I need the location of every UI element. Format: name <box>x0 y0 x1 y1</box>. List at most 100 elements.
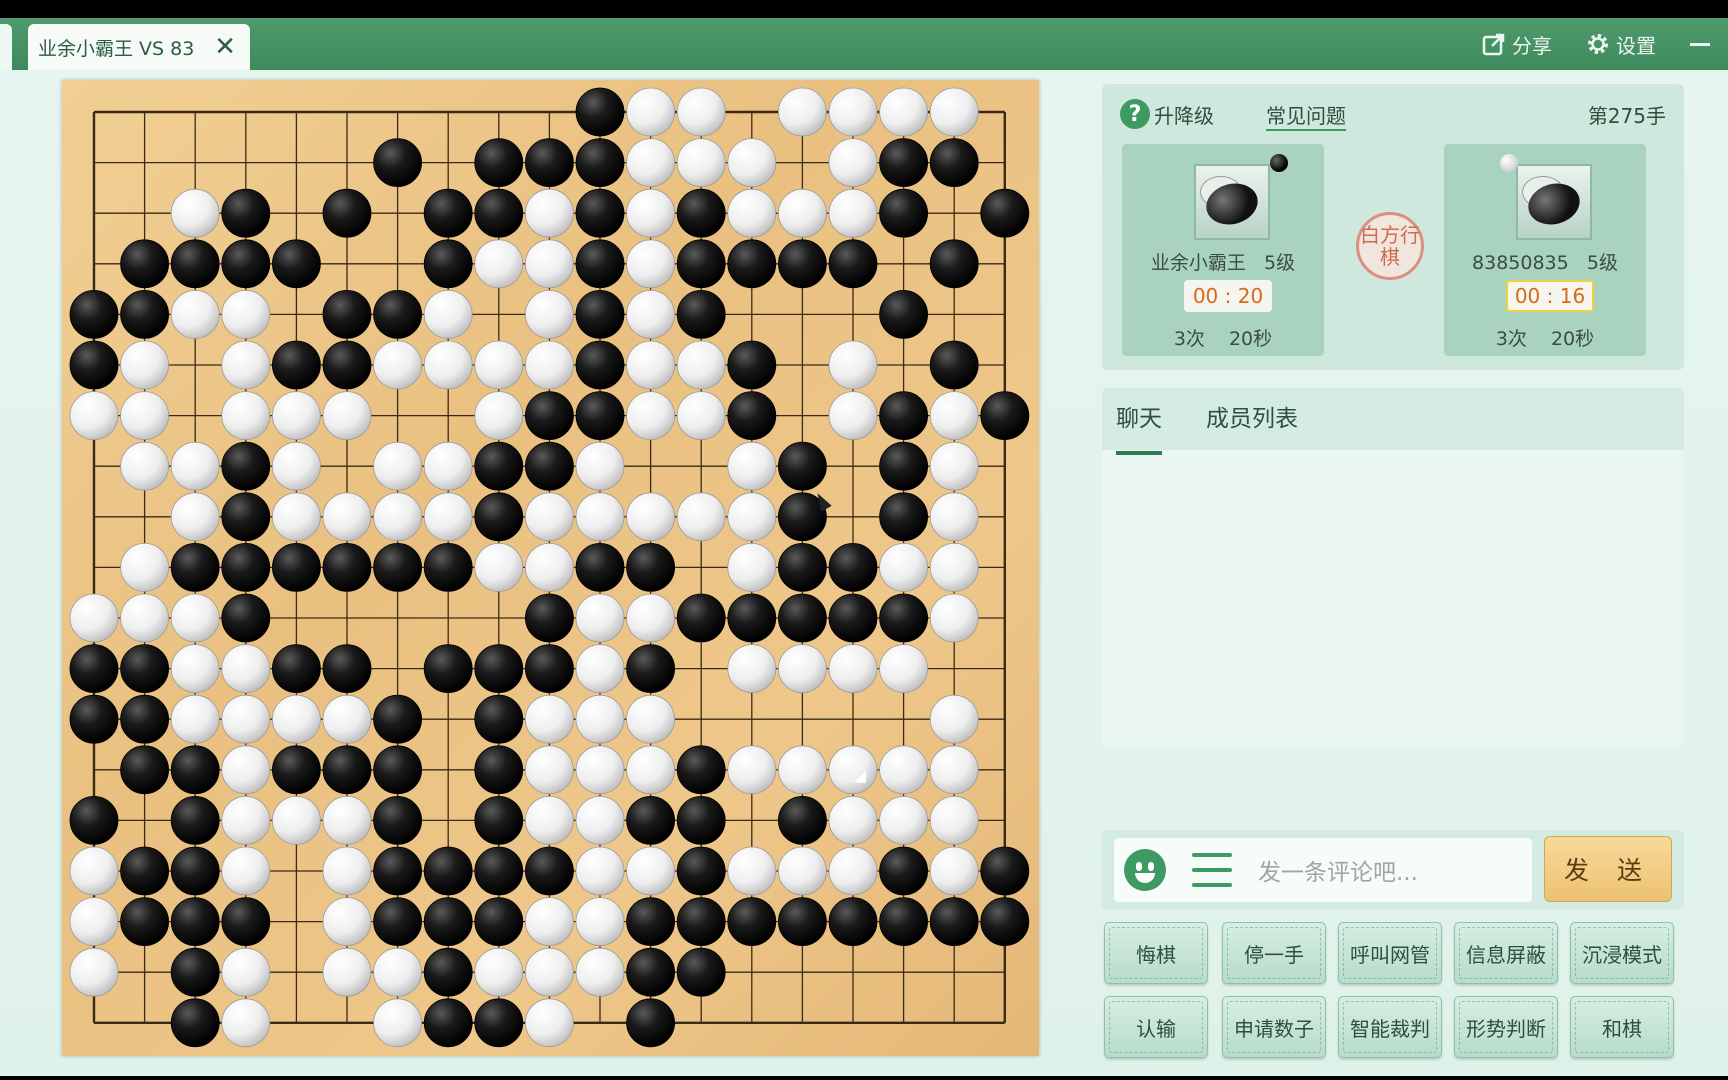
black-stone <box>69 289 119 339</box>
black-stone <box>524 644 574 693</box>
white-stone <box>929 492 979 542</box>
black-stone <box>524 593 574 643</box>
white-stone <box>423 441 473 491</box>
white-stone <box>778 745 827 795</box>
go-board[interactable] <box>62 80 1039 1056</box>
black-stone <box>676 897 726 946</box>
black-stone <box>575 188 625 238</box>
list-icon[interactable] <box>1192 853 1232 887</box>
call-admin-button[interactable]: 呼叫网管 <box>1338 922 1442 984</box>
black-player-timer: 00 : 20 <box>1184 280 1272 312</box>
white-stone <box>727 441 777 491</box>
black-stone <box>120 745 169 795</box>
white-stone <box>373 492 423 542</box>
black-stone <box>120 239 169 289</box>
white-stone <box>271 492 321 542</box>
white-stone <box>575 846 625 896</box>
black-stone <box>727 239 777 289</box>
draw-button[interactable]: 和棋 <box>1570 996 1674 1058</box>
black-stone <box>778 239 827 289</box>
chat-tabs: 聊天 成员列表 <box>1102 388 1684 455</box>
resign-button[interactable]: 认输 <box>1104 996 1208 1058</box>
white-stone <box>929 593 979 643</box>
tab-members[interactable]: 成员列表 <box>1206 399 1298 439</box>
white-stone <box>626 340 675 390</box>
faq-link[interactable]: 常见问题 <box>1266 100 1346 129</box>
position-judge-button[interactable]: 形势判断 <box>1454 996 1558 1058</box>
black-stone <box>120 694 169 744</box>
black-stone <box>373 138 423 187</box>
tab-chat[interactable]: 聊天 <box>1116 399 1162 455</box>
black-stone <box>575 87 625 137</box>
help-icon[interactable]: ? <box>1120 99 1150 129</box>
white-stone <box>423 289 473 339</box>
white-stone <box>524 239 574 289</box>
white-stone <box>524 998 574 1048</box>
black-stone <box>980 846 1030 896</box>
white-stone <box>69 897 119 946</box>
white-stone <box>727 188 777 238</box>
rank-rules-link[interactable]: 升降级 <box>1154 100 1214 129</box>
black-stone <box>474 138 524 187</box>
game-tab[interactable]: 业余小霸王 VS 83 ✕ <box>28 24 250 70</box>
white-stone <box>524 188 574 238</box>
black-stone <box>221 593 271 643</box>
black-stone <box>120 644 169 693</box>
black-stone <box>676 593 726 643</box>
black-stone <box>474 441 524 491</box>
black-stone <box>575 239 625 289</box>
white-player-avatar[interactable] <box>1516 164 1592 240</box>
board-canvas[interactable] <box>62 80 1039 1056</box>
black-stone <box>69 644 119 693</box>
black-stone <box>322 340 372 390</box>
white-stone <box>423 492 473 542</box>
white-stone <box>474 340 524 390</box>
white-stone <box>524 897 574 946</box>
black-player-avatar[interactable] <box>1194 164 1270 240</box>
block-info-button[interactable]: 信息屏蔽 <box>1454 922 1558 984</box>
game-tab-title: 业余小霸王 VS 83 <box>38 37 195 60</box>
black-stone <box>575 542 625 592</box>
share-button[interactable]: 分享 <box>1482 30 1552 59</box>
black-stone <box>727 391 777 441</box>
white-stone <box>322 391 372 441</box>
close-tab-icon[interactable]: ✕ <box>214 34 236 60</box>
black-stone <box>828 593 878 643</box>
black-stone <box>474 694 524 744</box>
white-stone <box>676 138 726 187</box>
undo-button[interactable]: 悔棋 <box>1104 922 1208 984</box>
smart-judge-button[interactable]: 智能裁判 <box>1338 996 1442 1058</box>
white-stone <box>322 796 372 845</box>
pass-button[interactable]: 停一手 <box>1222 922 1326 984</box>
send-button[interactable]: 发 送 <box>1544 836 1672 902</box>
white-stone <box>778 644 827 693</box>
left-tab-stub[interactable] <box>0 24 12 70</box>
white-stone <box>879 87 928 137</box>
white-stone <box>221 998 271 1048</box>
black-stone <box>575 289 625 339</box>
share-icon <box>1482 33 1505 56</box>
black-stone <box>271 340 321 390</box>
emoji-icon[interactable] <box>1124 849 1166 891</box>
request-count-button[interactable]: 申请数子 <box>1222 996 1326 1058</box>
black-stone <box>626 644 675 693</box>
move-count: 第275手 <box>1587 103 1666 128</box>
settings-button[interactable]: 设置 <box>1586 30 1656 59</box>
black-stone <box>676 947 726 997</box>
black-stone <box>879 391 928 441</box>
gear-icon <box>1588 34 1608 54</box>
black-stone <box>221 188 271 238</box>
black-stone <box>373 745 423 795</box>
white-stone <box>524 340 574 390</box>
white-stone <box>676 391 726 441</box>
black-stone <box>879 593 928 643</box>
white-stone <box>575 745 625 795</box>
white-stone <box>373 947 423 997</box>
app-window: 业余小霸王 VS 83 ✕ 分享 设置 ? 升降级 常见问题 第275手 业余小… <box>0 0 1728 1080</box>
comment-input[interactable]: 发一条评论吧... <box>1114 838 1532 902</box>
white-stone <box>120 441 169 491</box>
white-stone <box>221 796 271 845</box>
immersive-mode-button[interactable]: 沉浸模式 <box>1570 922 1674 984</box>
minimize-icon[interactable] <box>1690 42 1710 46</box>
black-stone <box>170 846 220 896</box>
